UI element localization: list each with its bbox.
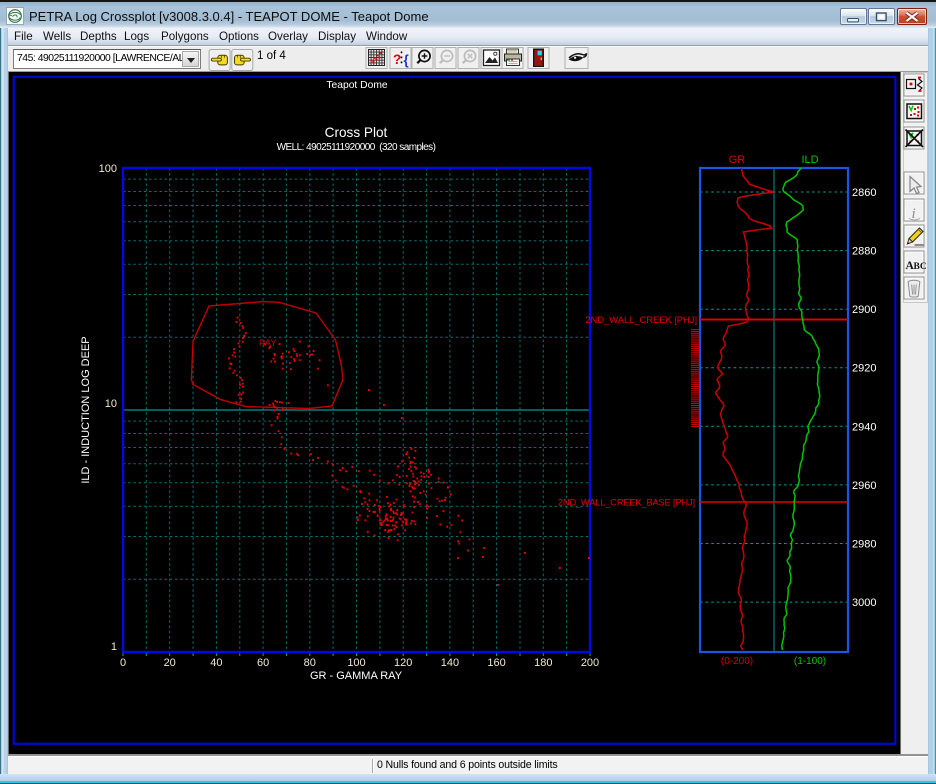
svg-text:(0-200): (0-200): [721, 656, 753, 667]
svg-text:160: 160: [487, 657, 505, 669]
svg-text:0: 0: [120, 657, 126, 669]
svg-text:60: 60: [257, 657, 269, 669]
svg-text:2960: 2960: [852, 480, 876, 492]
svg-text:2880: 2880: [852, 246, 876, 258]
svg-text:100: 100: [347, 657, 365, 669]
svg-text:2ND_WALL_CREEK [PHJ]: 2ND_WALL_CREEK [PHJ]: [585, 315, 697, 326]
svg-text:2940: 2940: [852, 421, 876, 433]
svg-text:140: 140: [441, 657, 459, 669]
svg-text:2860: 2860: [852, 187, 876, 199]
svg-text:120: 120: [394, 657, 412, 669]
svg-text:GR - GAMMA RAY: GR - GAMMA RAY: [310, 670, 403, 682]
svg-text:10: 10: [105, 398, 117, 410]
svg-text:BC: BC: [914, 262, 927, 272]
svg-text:Teapot Dome: Teapot Dome: [326, 80, 388, 91]
svg-text:200: 200: [581, 657, 599, 669]
svg-text:3000: 3000: [852, 597, 876, 609]
svg-text:1: 1: [111, 641, 117, 653]
svg-text:2900: 2900: [852, 304, 876, 316]
svg-text:80: 80: [304, 657, 316, 669]
svg-text:GR: GR: [729, 154, 746, 166]
svg-text:20: 20: [164, 657, 176, 669]
svg-text:2ND_WALL_CREEK_BASE [PHJ]: 2ND_WALL_CREEK_BASE [PHJ]: [558, 498, 695, 508]
svg-text:{: {: [404, 53, 409, 68]
svg-text:180: 180: [534, 657, 552, 669]
svg-text:ILD: ILD: [801, 154, 818, 166]
svg-text:100: 100: [99, 163, 117, 175]
svg-text:2980: 2980: [852, 539, 876, 551]
svg-text:ILD - INDUCTION LOG DEEP: ILD - INDUCTION LOG DEEP: [80, 336, 92, 483]
svg-text:?: ?: [393, 52, 401, 67]
svg-text:PAY: PAY: [259, 338, 277, 349]
svg-text:Cross Plot: Cross Plot: [325, 125, 388, 140]
svg-text:40: 40: [210, 657, 222, 669]
svg-text:(1-100): (1-100): [794, 656, 826, 667]
svg-text:2920: 2920: [852, 363, 876, 375]
svg-text:WELL: 49025111920000 (320 sam: WELL: 49025111920000 (320 samples): [277, 142, 436, 153]
